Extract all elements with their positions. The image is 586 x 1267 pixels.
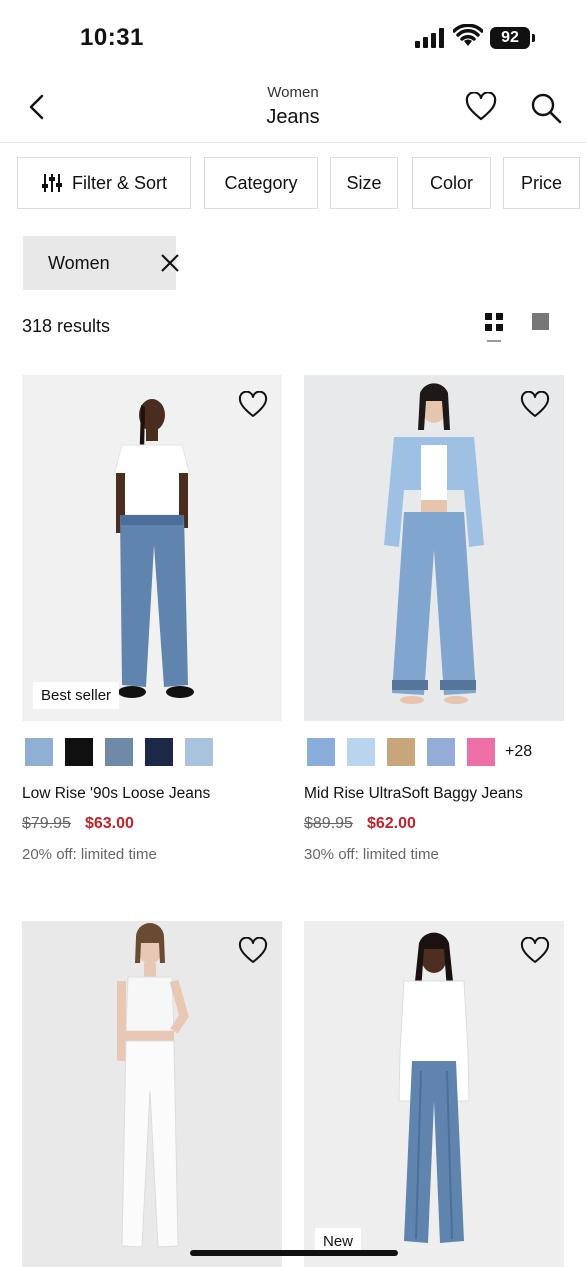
size-filter-chip[interactable]: Size [330,157,398,209]
product-prices: $79.95 $63.00 [22,815,134,833]
color-swatch[interactable] [185,738,213,766]
sale-price: $63.00 [84,815,134,832]
category-label: Category [224,172,298,193]
status-time: 10:31 [80,24,144,51]
color-swatch[interactable] [105,738,133,766]
color-label: Color [429,172,473,193]
more-colors-count[interactable]: +28 [505,743,532,761]
filter-sort-label: Filter & Sort [71,172,168,193]
color-swatch[interactable] [145,738,173,766]
grid-view-icon[interactable] [484,312,504,332]
favorite-heart-icon[interactable] [520,937,550,965]
favorite-heart-icon[interactable] [238,937,268,965]
nav-header: Women Jeans [0,78,586,143]
product-image[interactable] [22,921,282,1267]
battery-tip [532,34,535,42]
color-swatch[interactable] [65,738,93,766]
color-swatch[interactable] [427,738,455,766]
color-swatches: +28 [307,738,532,766]
active-filter-chip: Women [23,236,179,290]
model-photo [117,923,189,1248]
color-swatch[interactable] [25,738,53,766]
product-badge: Best seller [33,682,120,709]
page-title: Jeans [266,106,320,128]
color-filter-chip[interactable]: Color [412,157,491,209]
favorites-heart-icon[interactable] [465,92,497,122]
original-price: $79.95 [22,815,71,832]
model-photo [384,383,484,704]
promo-text: 30% off: limited time [304,846,439,863]
product-name[interactable]: Low Rise '90s Loose Jeans [22,785,210,803]
price-label: Price [520,172,562,193]
original-price: $89.95 [304,815,353,832]
color-swatch[interactable] [387,738,415,766]
color-swatches [25,738,225,766]
color-swatch[interactable] [307,738,335,766]
close-icon[interactable] [159,252,181,274]
model-photo [113,399,194,698]
search-icon[interactable] [530,92,562,124]
battery-indicator: 92 [490,27,530,49]
results-count: 318 results [22,316,111,336]
promo-text: 20% off: limited time [22,846,157,863]
product-prices: $89.95 $62.00 [304,815,416,833]
favorite-heart-icon[interactable] [520,391,550,419]
grid-view-selected-indicator [487,340,501,342]
status-bar: 10:31 92 [0,0,586,78]
filter-sort-button[interactable]: Filter & Sort [17,157,191,209]
model-photo [398,932,470,1243]
color-swatch[interactable] [467,738,495,766]
product-image[interactable] [304,375,564,721]
product-name[interactable]: Mid Rise UltraSoft Baggy Jeans [304,785,523,803]
single-view-icon[interactable] [532,313,549,330]
price-filter-chip[interactable]: Price [503,157,580,209]
size-label: Size [346,172,382,193]
favorite-heart-icon[interactable] [238,391,268,419]
home-indicator[interactable] [190,1250,398,1256]
sale-price: $62.00 [366,815,416,832]
cellular-signal-icon [415,28,444,48]
sliders-icon [41,174,62,192]
header-subtitle: Women [267,84,319,101]
wifi-icon [453,24,483,46]
product-image[interactable]: New [304,921,564,1267]
product-image[interactable]: Best seller [22,375,282,721]
active-filter-label: Women [48,252,110,273]
filter-chip-bar: Filter & Sort Category Size Color Price [0,157,586,211]
category-filter-chip[interactable]: Category [204,157,318,209]
color-swatch[interactable] [347,738,375,766]
